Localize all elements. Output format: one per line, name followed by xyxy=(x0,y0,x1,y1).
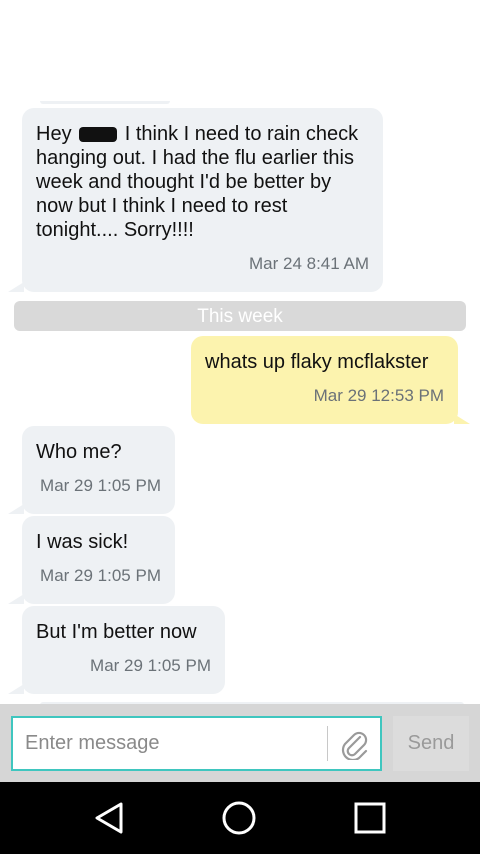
home-circle-icon[interactable] xyxy=(217,798,261,838)
bubble-tail xyxy=(8,282,24,292)
message-input[interactable] xyxy=(13,718,325,769)
message-input-container xyxy=(11,716,382,771)
message-timestamp: Mar 29 1:05 PM xyxy=(40,566,161,585)
message-list[interactable]: Hey I think I need to rain check hanging… xyxy=(0,0,480,704)
message-timestamp: Mar 24 8:41 AM xyxy=(248,254,369,273)
date-divider: This week xyxy=(14,301,466,331)
message-timestamp: Mar 29 1:05 PM xyxy=(40,476,161,495)
bubble-tail xyxy=(8,594,24,604)
previous-message-edge xyxy=(40,101,170,104)
message-timestamp: Mar 29 12:53 PM xyxy=(313,386,444,405)
bubble-tail xyxy=(8,684,24,694)
message-text: whats up flaky mcflakster xyxy=(205,351,429,373)
send-button[interactable]: Send xyxy=(393,716,469,771)
message-text: Who me? xyxy=(36,441,122,463)
message-bubble-incoming[interactable]: Who me? Mar 29 1:05 PM xyxy=(22,426,175,514)
back-triangle-icon[interactable] xyxy=(87,798,131,838)
bubble-tail xyxy=(454,414,470,424)
system-navigation-bar xyxy=(0,782,480,854)
message-text: But I'm better now xyxy=(36,621,197,643)
input-separator xyxy=(327,726,328,761)
recents-square-icon[interactable] xyxy=(348,798,392,838)
message-bubble-incoming[interactable]: Hey I think I need to rain check hanging… xyxy=(22,108,383,292)
message-bubble-incoming[interactable]: I was sick! Mar 29 1:05 PM xyxy=(22,516,175,604)
message-bubble-outgoing[interactable]: whats up flaky mcflakster Mar 29 12:53 P… xyxy=(191,336,458,424)
redacted-name xyxy=(79,127,118,143)
paperclip-icon[interactable] xyxy=(335,725,375,763)
message-text: I was sick! xyxy=(36,531,129,553)
message-bubble-incoming[interactable]: But I'm better now Mar 29 1:05 PM xyxy=(22,606,225,694)
message-timestamp: Mar 29 1:05 PM xyxy=(90,656,211,675)
bubble-tail xyxy=(8,504,24,514)
message-text: Hey I think I need to rain check hanging… xyxy=(36,123,359,241)
message-composer: Send xyxy=(0,704,480,782)
